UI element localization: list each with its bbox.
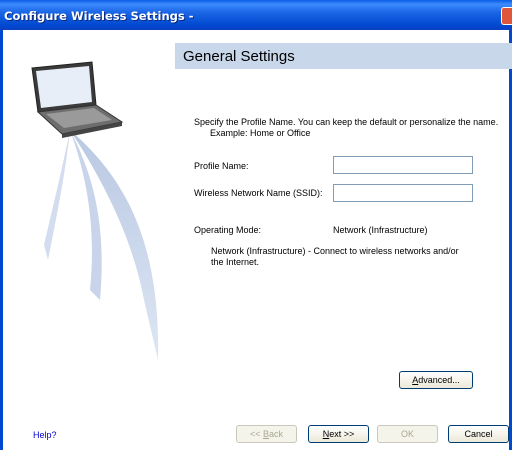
window-title: Configure Wireless Settings - [4, 9, 194, 23]
back-button[interactable]: << Back [236, 425, 297, 443]
advanced-button[interactable]: Advanced... [399, 371, 473, 389]
operating-mode-label: Operating Mode: [194, 225, 262, 235]
profile-name-input[interactable] [333, 156, 473, 174]
help-link[interactable]: Help? [33, 430, 57, 440]
intro-example: Example: Home or Office [210, 128, 311, 138]
operating-mode-value: Network (Infrastructure) [333, 225, 428, 235]
intro-text: Specify the Profile Name. You can keep t… [194, 117, 499, 127]
profile-name-label: Profile Name: [194, 161, 249, 171]
next-button[interactable]: Next >> [308, 425, 369, 443]
ssid-label: Wireless Network Name (SSID): [194, 188, 323, 198]
title-bar: Configure Wireless Settings - [0, 0, 512, 30]
signal-beam-middle [70, 130, 102, 300]
signal-beam-left [44, 130, 70, 260]
laptop-wireless-illustration [31, 61, 159, 360]
operating-mode-description-cont: the Internet. [211, 257, 260, 267]
section-header: General Settings [175, 43, 512, 69]
cancel-button[interactable]: Cancel [448, 425, 509, 443]
ssid-input[interactable] [333, 184, 473, 202]
close-icon[interactable] [501, 7, 512, 25]
page-title: General Settings [183, 48, 295, 65]
ok-button[interactable]: OK [377, 425, 438, 443]
operating-mode-description: Network (Infrastructure) - Connect to wi… [211, 246, 459, 256]
